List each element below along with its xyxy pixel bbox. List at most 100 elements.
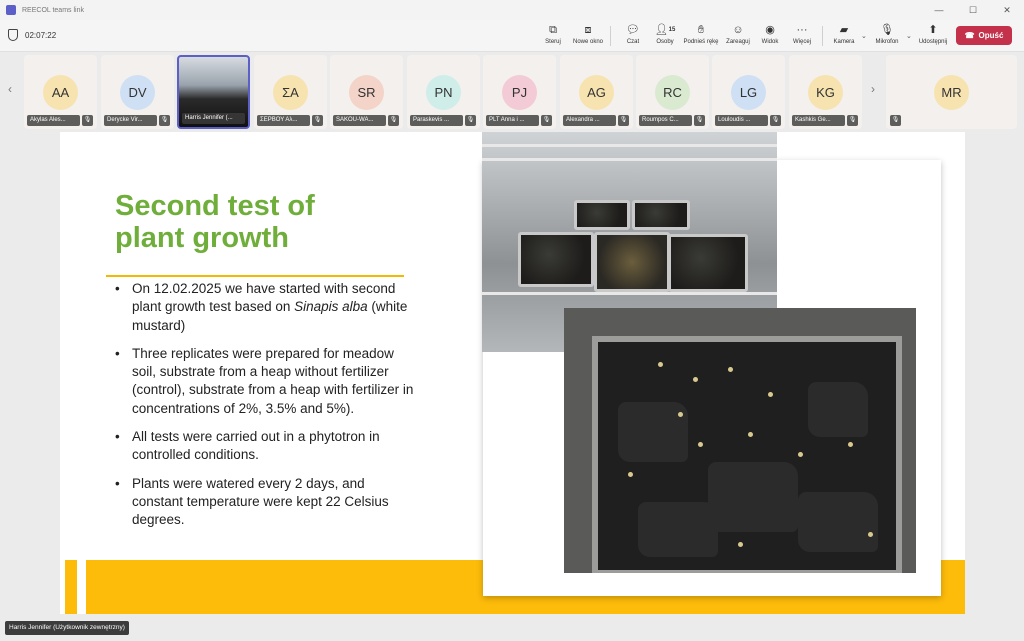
mic-muted-icon: 🎙︎ — [312, 115, 323, 126]
biochar-chunk — [708, 462, 798, 532]
biochar-chunk — [618, 402, 688, 462]
microphone-button[interactable]: 🎙︎ Mikrofon — [870, 23, 904, 45]
seed-closeup-photo — [564, 308, 916, 573]
people-label: Osoby — [656, 39, 674, 45]
share-control-button[interactable]: ⧉ Steruj — [536, 23, 570, 45]
camera-button[interactable]: ▰ Kamera — [827, 23, 861, 45]
participant-tile[interactable]: RC Roumpos C... 🎙︎ — [636, 55, 709, 129]
participant-strip: ‹ AA Akylas Ales... 🎙︎ DV Derycke Vir...… — [0, 52, 1024, 132]
toolbar-divider — [822, 26, 823, 46]
leave-button[interactable]: ☎ Opuść — [956, 26, 1012, 45]
biochar-chunk — [638, 502, 718, 557]
participant-name: SAKOU-WA... — [333, 115, 386, 126]
participant-tile[interactable]: LG Louloudis ... 🎙︎ — [712, 55, 785, 129]
avatar: MR — [934, 75, 969, 110]
participant-tile[interactable]: AA Akylas Ales... 🎙︎ — [24, 55, 97, 129]
raise-hand-icon: ✋︎ — [697, 24, 705, 36]
participant-name: Louloudis ... — [715, 115, 768, 126]
scroll-right-icon[interactable]: › — [871, 82, 875, 96]
teams-logo-icon — [6, 5, 16, 15]
seed — [848, 442, 853, 447]
participant-tile[interactable]: KG Kashkis Ge... 🎙︎ — [789, 55, 862, 129]
bullet-item: Plants were watered every 2 days, and co… — [115, 475, 415, 530]
share-button[interactable]: ⬆ Udostępnij — [916, 23, 950, 45]
close-icon[interactable]: ✕ — [990, 0, 1024, 20]
react-icon: ☺ — [732, 24, 744, 36]
maximize-icon[interactable]: ☐ — [956, 0, 990, 20]
share-control-icon: ⧉ — [549, 24, 557, 36]
avatar: LG — [731, 75, 766, 110]
mic-options-chevron-icon[interactable]: ⌄ — [906, 32, 912, 40]
chat-label: Czat — [626, 39, 640, 45]
seed — [658, 362, 663, 367]
biochar-chunk — [798, 492, 878, 552]
shelf — [482, 292, 777, 295]
avatar: DV — [120, 75, 155, 110]
seed — [628, 472, 633, 477]
people-button[interactable]: 👤︎ 15 Osoby — [648, 23, 682, 45]
mic-off-icon: 🎙︎ — [880, 24, 894, 36]
chat-button[interactable]: 💬︎ Czat — [616, 23, 650, 45]
participant-name: Derycke Vir... — [104, 115, 157, 126]
participant-tile[interactable]: PJ PLT Anna i ... 🎙︎ — [483, 55, 556, 129]
avatar: SR — [349, 75, 384, 110]
slide-title-line: Second test of — [115, 190, 315, 222]
microphone-label: Mikrofon — [875, 39, 899, 45]
participant-name: Harris Jennifer (... — [182, 113, 245, 124]
mic-muted-icon: 🎙︎ — [465, 115, 476, 126]
participant-tile[interactable]: DV Derycke Vir... 🎙︎ — [101, 55, 174, 129]
react-label: Zareaguj — [726, 39, 750, 45]
shield-icon — [8, 29, 18, 41]
mic-muted-icon: 🎙︎ — [159, 115, 170, 126]
slide-title-line: plant growth — [115, 222, 289, 254]
avatar: AA — [43, 75, 78, 110]
mic-muted-icon: 🎙︎ — [890, 115, 901, 126]
mic-muted-icon: 🎙︎ — [770, 115, 781, 126]
new-window-button[interactable]: ⧈ Nowe okno — [571, 23, 605, 45]
participant-tile[interactable]: SR SAKOU-WA... 🎙︎ — [330, 55, 403, 129]
participant-name: Akylas Ales... — [27, 115, 80, 126]
slide-title: Second test of plant growth — [115, 190, 315, 254]
participant-name: ΣΕΡΒΟΥ Αλ... — [257, 115, 310, 126]
scroll-left-icon[interactable]: ‹ — [8, 82, 12, 96]
camera-label: Kamera — [833, 39, 855, 45]
share-control-label: Steruj — [545, 39, 561, 45]
seed — [868, 532, 873, 537]
minimize-icon[interactable]: — — [922, 0, 956, 20]
people-icon: 👤︎ 15 — [654, 24, 676, 36]
bullet-item: Three replicates were prepared for meado… — [115, 345, 415, 418]
view-button[interactable]: ◉ Widok — [753, 23, 787, 45]
react-button[interactable]: ☺ Zareaguj — [721, 23, 755, 45]
participant-name: Kashkis Ge... — [792, 115, 845, 126]
bullet-list: On 12.02.2025 we have started with secon… — [115, 280, 415, 540]
biochar-chunk — [808, 382, 868, 437]
mic-muted-icon: 🎙︎ — [694, 115, 705, 126]
soil-tray — [574, 200, 630, 230]
phone-hangup-icon: ☎ — [964, 31, 975, 40]
participant-tile[interactable]: ΣΑ ΣΕΡΒΟΥ Αλ... 🎙︎ — [254, 55, 327, 129]
participant-tile[interactable]: PN Paraskevis ... 🎙︎ — [407, 55, 480, 129]
view-label: Widok — [761, 39, 779, 45]
bullet-item: All tests were carried out in a phytotro… — [115, 428, 415, 465]
participant-tile-video[interactable]: Harris Jennifer (... — [177, 55, 250, 129]
mic-muted-icon: 🎙︎ — [388, 115, 399, 126]
participant-tile[interactable]: AG Alexandra ... 🎙︎ — [560, 55, 633, 129]
camera-off-icon: ▰ — [839, 24, 849, 36]
chat-icon: 💬︎ — [626, 24, 640, 36]
participant-tile[interactable]: MR 🎙︎ — [886, 55, 1017, 129]
more-button[interactable]: ··· Więcej — [785, 23, 819, 45]
view-icon: ◉ — [765, 24, 775, 36]
bullet-item: On 12.02.2025 we have started with secon… — [115, 280, 415, 335]
raise-hand-button[interactable]: ✋︎ Podnieś rękę — [683, 23, 718, 45]
share-icon: ⬆ — [928, 24, 938, 36]
camera-options-chevron-icon[interactable]: ⌄ — [861, 32, 867, 40]
speaker-name-tooltip: Harris Jennifer (Użytkownik zewnętrzny) — [5, 621, 129, 635]
meeting-timer: 02:07:22 — [25, 31, 57, 40]
soil-tray — [668, 234, 748, 292]
seed — [738, 542, 743, 547]
shelf — [482, 144, 777, 147]
toolbar-divider — [610, 26, 611, 46]
mic-muted-icon: 🎙︎ — [618, 115, 629, 126]
mic-muted-icon: 🎙︎ — [82, 115, 93, 126]
seed — [748, 432, 753, 437]
